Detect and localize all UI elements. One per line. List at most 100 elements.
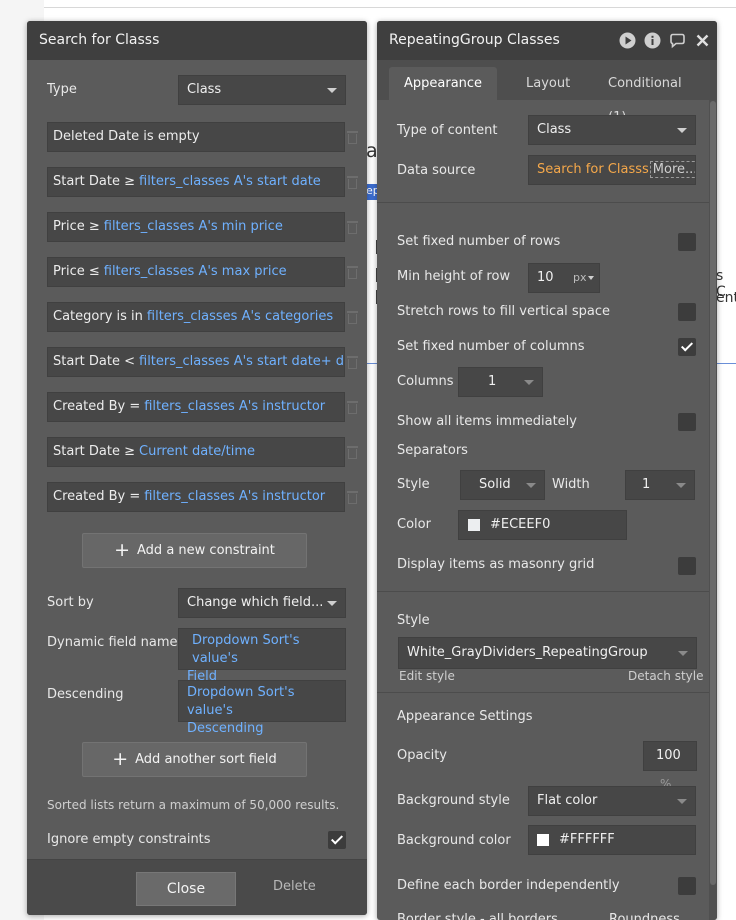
min-height-label: Min height of row	[397, 269, 511, 284]
stretch-rows-checkbox[interactable]	[678, 303, 696, 321]
background-style-value: Flat color	[537, 793, 598, 808]
close-icon[interactable]	[694, 32, 711, 49]
chevron-down-icon	[678, 651, 688, 656]
edit-style-link[interactable]: Edit style	[399, 669, 455, 683]
add-sort-field-label: Add another sort field	[135, 752, 277, 767]
separators-label: Separators	[397, 443, 468, 458]
background-style-dropdown[interactable]: Flat color	[528, 786, 696, 816]
constraint-row[interactable]: Created By = filters_classes A's instruct…	[47, 482, 345, 512]
min-height-input[interactable]: 10 px	[528, 263, 600, 293]
fixed-columns-checkbox[interactable]	[678, 338, 696, 356]
constraint-row[interactable]: Deleted Date is empty	[47, 122, 345, 152]
constraint-value[interactable]: filters_classes A's min price	[104, 219, 283, 234]
close-button[interactable]: Close	[136, 872, 236, 906]
type-dropdown-value: Class	[187, 82, 222, 97]
scrollbar-thumb[interactable]	[710, 101, 716, 885]
columns-value: 1	[488, 374, 497, 389]
constraint-value[interactable]: filters_classes A's max price	[104, 264, 287, 279]
comment-icon[interactable]	[669, 32, 686, 49]
constraint-row[interactable]: Created By = filters_classes A's instruct…	[47, 392, 345, 422]
panel-footer: Close Delete	[27, 859, 367, 915]
fixed-rows-label: Set fixed number of rows	[397, 234, 561, 249]
plus-icon: +	[112, 748, 129, 770]
sort-by-value: Change which field...	[187, 595, 324, 610]
data-source-expression[interactable]: Search for Classs More...	[528, 155, 696, 185]
dynamic-field-expression[interactable]: Dropdown Sort's value's Field	[178, 628, 346, 684]
min-height-unit[interactable]: px	[573, 264, 587, 292]
constraint-value[interactable]: filters_classes A's categories	[147, 309, 333, 324]
chevron-down-icon	[676, 483, 686, 488]
color-swatch[interactable]	[537, 834, 549, 846]
close-button-label: Close	[166, 881, 206, 897]
section-divider	[377, 591, 709, 592]
tab-conditional[interactable]: Conditional (1)	[593, 67, 717, 125]
property-editor-header[interactable]: RepeatingGroup Classes	[377, 21, 717, 60]
section-divider	[377, 202, 709, 203]
type-dropdown[interactable]: Class	[178, 75, 346, 105]
separator-width-value: 1	[642, 477, 651, 492]
constraint-value[interactable]: filters_classes A's start date	[139, 174, 321, 189]
tab-layout[interactable]: Layout	[511, 67, 585, 100]
background-color-input[interactable]: #FFFFFF	[528, 825, 696, 855]
panel-title[interactable]: Search for Classs	[27, 21, 367, 60]
constraint-key: Start Date ≥	[53, 174, 135, 189]
constraint-row[interactable]: Price ≥ filters_classes A's min price	[47, 212, 345, 242]
ignore-empty-checkbox[interactable]	[328, 831, 346, 849]
appearance-settings-label: Appearance Settings	[397, 709, 533, 724]
separator-width-dropdown[interactable]: 1	[625, 470, 695, 500]
separator-style-dropdown[interactable]: Solid	[460, 470, 545, 500]
show-all-checkbox[interactable]	[678, 413, 696, 431]
trash-icon[interactable]	[347, 131, 358, 144]
trash-icon[interactable]	[347, 491, 358, 504]
fixed-rows-checkbox[interactable]	[678, 233, 696, 251]
trash-icon[interactable]	[347, 221, 358, 234]
unit-caret-icon	[588, 276, 594, 280]
masonry-checkbox[interactable]	[678, 557, 696, 575]
constraint-value[interactable]: filters_classes A's start date+ days: 1	[139, 354, 344, 369]
constraint-value[interactable]: filters_classes A's instructor	[144, 489, 325, 504]
trash-icon[interactable]	[347, 446, 358, 459]
add-constraint-button[interactable]: + Add a new constraint	[82, 533, 307, 568]
data-source-value[interactable]: Search for Classs	[537, 162, 649, 177]
trash-icon[interactable]	[347, 266, 358, 279]
ignore-empty-label: Ignore empty constraints	[47, 832, 211, 847]
background-color-value: #FFFFFF	[559, 832, 615, 847]
sort-by-dropdown[interactable]: Change which field...	[178, 588, 346, 618]
type-of-content-dropdown[interactable]: Class	[528, 115, 696, 145]
separator-width-label: Width	[552, 477, 590, 492]
trash-icon[interactable]	[347, 401, 358, 414]
separator-color-value: #ECEEF0	[490, 517, 551, 532]
delete-button[interactable]: Delete	[273, 879, 316, 894]
constraint-key: Created By =	[53, 489, 141, 504]
type-label: Type	[47, 82, 77, 97]
constraint-key: Price ≥	[53, 219, 100, 234]
add-sort-field-button[interactable]: + Add another sort field	[82, 742, 307, 777]
constraint-row[interactable]: Start Date ≥ Current date/time	[47, 437, 345, 467]
canvas-line	[716, 363, 736, 364]
descending-expression[interactable]: Dropdown Sort's value's Descending	[178, 680, 346, 736]
color-swatch[interactable]	[468, 519, 480, 531]
search-editor-panel: Search for Classs Type Class Deleted Dat…	[27, 21, 367, 915]
constraint-row[interactable]: Start Date ≥ filters_classes A's start da…	[47, 167, 345, 197]
trash-icon[interactable]	[347, 176, 358, 189]
background-style-label: Background style	[397, 793, 510, 808]
constraint-row[interactable]: Price ≤ filters_classes A's max price	[47, 257, 345, 287]
tab-appearance[interactable]: Appearance	[389, 67, 498, 100]
info-icon[interactable]	[644, 32, 661, 49]
constraint-key: Created By =	[53, 399, 141, 414]
border-independent-checkbox[interactable]	[678, 877, 696, 895]
opacity-input[interactable]: 100 %	[643, 741, 697, 791]
detach-style-link[interactable]: Detach style	[628, 669, 703, 683]
trash-icon[interactable]	[347, 356, 358, 369]
columns-dropdown[interactable]: 1	[458, 367, 543, 397]
chevron-down-icon	[526, 483, 536, 488]
constraint-row[interactable]: Start Date < filters_classes A's start da…	[47, 347, 345, 377]
constraint-value[interactable]: filters_classes A's instructor	[144, 399, 325, 414]
constraint-row[interactable]: Category is in filters_classes A's catego…	[47, 302, 345, 332]
style-dropdown[interactable]: White_GrayDividers_RepeatingGroup	[398, 637, 697, 669]
play-icon[interactable]	[619, 32, 636, 49]
data-source-more-link[interactable]: More...	[649, 161, 695, 178]
trash-icon[interactable]	[347, 311, 358, 324]
separator-color-input[interactable]: #ECEEF0	[458, 510, 627, 540]
constraint-value[interactable]: Current date/time	[139, 444, 255, 459]
